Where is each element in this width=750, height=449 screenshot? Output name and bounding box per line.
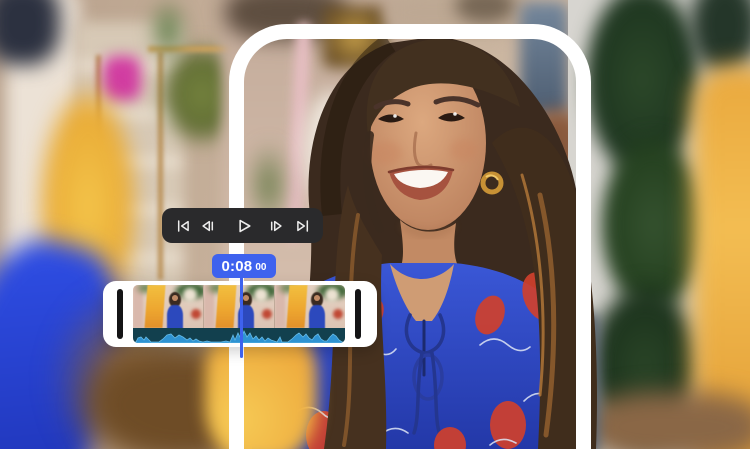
playhead-time-badge[interactable]: 0:08 00	[212, 254, 276, 278]
audio-waveform	[133, 328, 345, 343]
skip-end-icon	[296, 219, 308, 232]
promo-canvas: 0:08 00	[0, 0, 750, 449]
trim-handle-right[interactable]	[355, 289, 361, 339]
play-button[interactable]	[236, 208, 253, 243]
playhead-time: 0:08	[221, 257, 253, 275]
frame-back-button[interactable]	[200, 208, 215, 243]
skip-start-icon	[177, 219, 189, 232]
filmstrip-thumbnail	[133, 285, 204, 328]
skip-end-button[interactable]	[295, 208, 310, 243]
waveform-shape	[133, 330, 345, 343]
filmstrip[interactable]	[133, 285, 345, 343]
play-icon	[238, 219, 251, 232]
trim-handle-left[interactable]	[117, 289, 123, 339]
playhead-line[interactable]	[240, 277, 243, 358]
frame-forward-button[interactable]	[269, 208, 284, 243]
filmstrip-thumbs	[133, 285, 345, 328]
playhead-frames: 00	[255, 261, 267, 273]
playback-controls	[162, 208, 323, 243]
filmstrip-thumbnail	[275, 285, 345, 328]
skip-start-button[interactable]	[176, 208, 191, 243]
frame-forward-icon	[270, 220, 282, 231]
frame-back-icon	[201, 220, 213, 231]
